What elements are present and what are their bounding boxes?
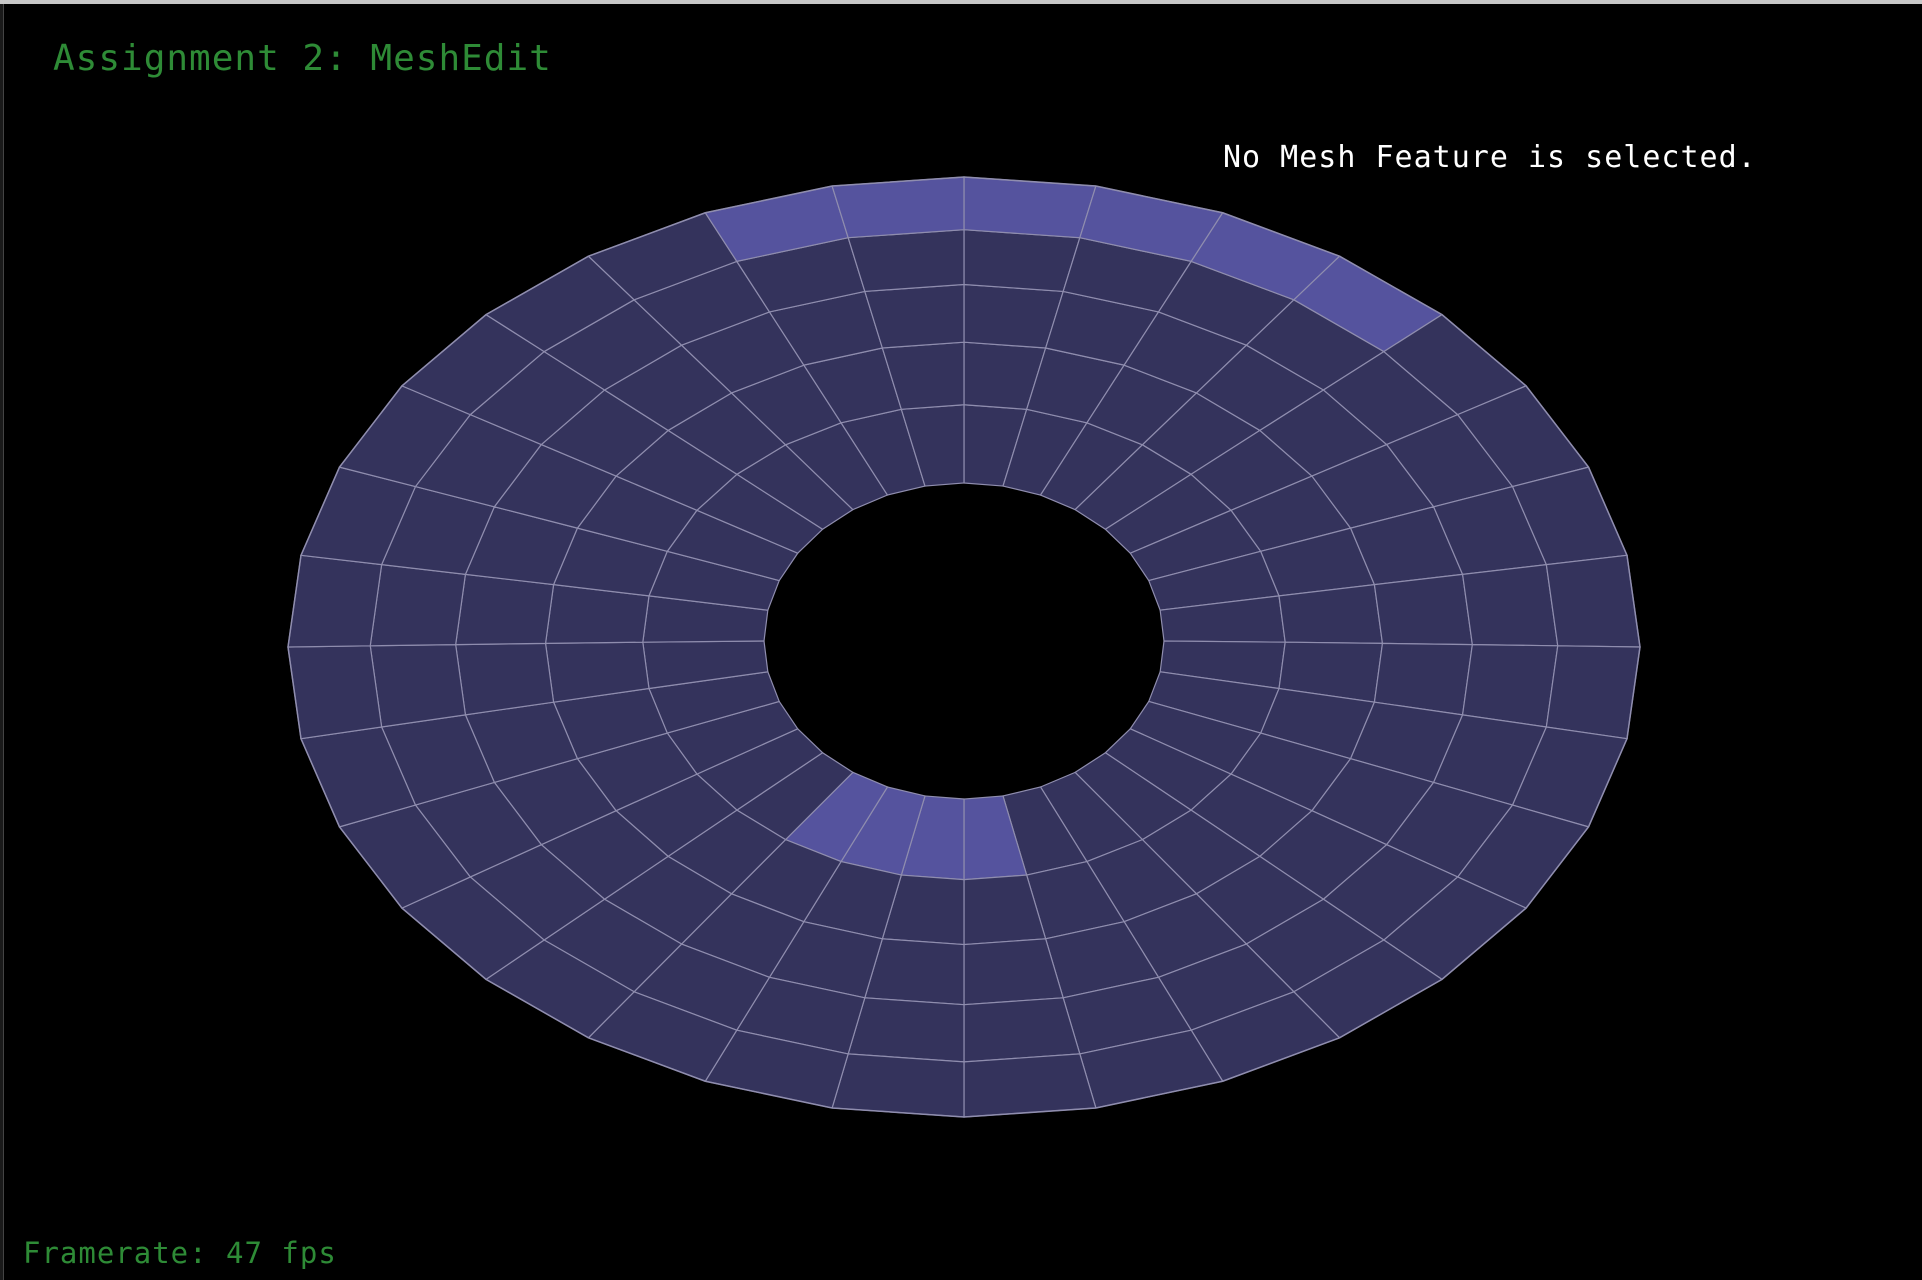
- mesh-face[interactable]: [369, 643, 467, 728]
- mesh-face[interactable]: [287, 645, 383, 740]
- torus-hole: [766, 487, 1158, 795]
- mesh-face[interactable]: [847, 229, 965, 293]
- mesh-face[interactable]: [963, 176, 1097, 239]
- mesh-face[interactable]: [287, 554, 383, 648]
- framerate-readout: Framerate: 47 fps: [23, 1236, 337, 1270]
- mesh-face[interactable]: [1373, 573, 1474, 646]
- mesh-face[interactable]: [864, 283, 965, 349]
- mesh-face[interactable]: [847, 997, 965, 1063]
- mesh-face[interactable]: [831, 1053, 965, 1118]
- mesh-face[interactable]: [963, 229, 1081, 293]
- app-title: Assignment 2: MeshEdit: [53, 38, 552, 79]
- mesh-face[interactable]: [454, 573, 555, 646]
- mesh-face[interactable]: [963, 938, 1064, 1006]
- mesh-face[interactable]: [963, 1053, 1097, 1118]
- mesh-faces[interactable]: [287, 176, 1641, 1118]
- mesh-viewport[interactable]: Assignment 2: MeshEdit No Mesh Feature i…: [0, 0, 1922, 1280]
- mesh-face[interactable]: [1545, 645, 1641, 740]
- mesh-face[interactable]: [1278, 583, 1384, 645]
- selection-status-text: No Mesh Feature is selected.: [1223, 140, 1757, 175]
- mesh-face[interactable]: [831, 176, 965, 239]
- torus-mesh[interactable]: [0, 4, 1922, 1280]
- mesh-face[interactable]: [1461, 643, 1559, 728]
- mesh-face[interactable]: [454, 642, 555, 716]
- mesh-face[interactable]: [1461, 563, 1559, 647]
- mesh-face[interactable]: [369, 563, 467, 647]
- mesh-face[interactable]: [1545, 554, 1641, 648]
- mesh-face[interactable]: [963, 997, 1081, 1063]
